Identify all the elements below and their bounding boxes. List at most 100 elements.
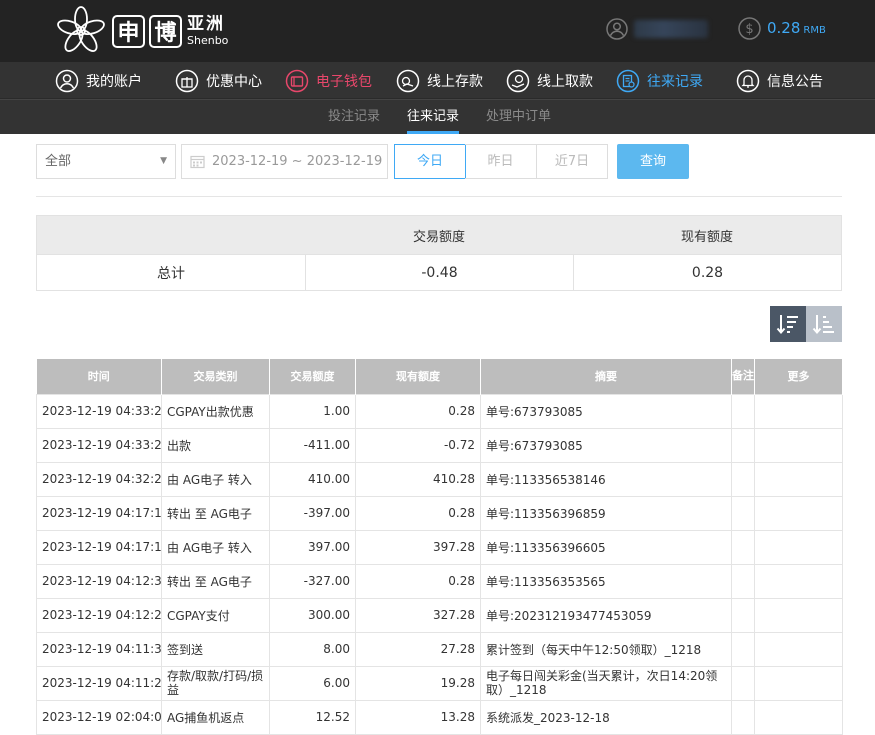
summary-header-cell: 现有额度 xyxy=(680,229,733,245)
nav-announcements[interactable]: 信息公告 xyxy=(736,62,823,99)
records-header-row: 时间 交易类别 交易额度 现有额度 摘要 备注 更多 xyxy=(36,359,843,394)
nav-transaction-records[interactable]: 往来记录 xyxy=(616,62,703,99)
cell-time: 2023-12-19 04:11:33 xyxy=(36,631,162,667)
cell-time: 2023-12-19 04:12:23 xyxy=(36,597,162,633)
logo-char-1: 申 xyxy=(112,14,145,48)
summary-header-cell: 交易额度 xyxy=(412,229,465,245)
summary-total-amount: -0.48 xyxy=(305,255,573,291)
cell-time: 2023-12-19 04:33:21 xyxy=(36,427,162,463)
deposit-icon xyxy=(396,69,420,92)
cell-more xyxy=(754,495,843,531)
tab-transaction-records[interactable]: 往来记录 xyxy=(407,100,460,134)
cell-summary: 累计签到（每天中午12:50领取）_1218 xyxy=(480,631,732,667)
cell-balance: 327.28 xyxy=(355,597,481,633)
col-header-time: 时间 xyxy=(36,359,162,394)
nav-label: 电子钱包 xyxy=(316,73,372,90)
table-row: 2023-12-19 04:12:35 转出 至 AG电子 -327.00 0.28 单… xyxy=(36,563,843,599)
nav-label: 优惠中心 xyxy=(206,73,262,90)
col-header-amount: 交易额度 xyxy=(269,359,356,394)
chevron-down-icon: ▼ xyxy=(160,156,167,166)
col-header-type: 交易类别 xyxy=(161,359,270,394)
query-button[interactable]: 查询 xyxy=(617,144,689,179)
cell-amount: 397.00 xyxy=(269,529,356,565)
records-body: 2023-12-19 04:33:21 CGPAY出款优惠 1.00 0.28 单号:6… xyxy=(36,393,843,735)
nav-online-deposit[interactable]: 线上存款 xyxy=(396,62,483,99)
cell-more xyxy=(754,393,843,429)
summary-table: 交易额度 现有额度 总计 -0.48 0.28 xyxy=(36,215,842,291)
svg-text:$: $ xyxy=(745,22,753,37)
cell-more xyxy=(754,461,843,497)
table-row: 2023-12-19 02:04:09 AG捕鱼机返点 12.52 13.28 系统派发… xyxy=(36,699,843,735)
cell-more xyxy=(754,631,843,667)
tab-pending-orders[interactable]: 处理中订单 xyxy=(486,100,551,134)
nav-label: 我的账户 xyxy=(86,73,142,90)
brand-logo[interactable]: 申 博 亚洲 Shenbo xyxy=(54,4,228,58)
quick-7days-button[interactable]: 近7日 xyxy=(536,144,608,179)
nav-online-withdraw[interactable]: 线上取款 xyxy=(506,62,593,99)
sort-descending-button[interactable] xyxy=(770,306,806,342)
calendar-icon xyxy=(190,155,205,169)
nav-label: 线上取款 xyxy=(537,73,593,90)
type-select-value: 全部 xyxy=(45,154,72,169)
cell-time: 2023-12-19 04:17:18 xyxy=(36,495,162,531)
cell-balance: 410.28 xyxy=(355,461,481,497)
balance-amount: 0.28 xyxy=(767,19,801,37)
cell-type: 转出 至 AG电子 xyxy=(161,563,270,599)
type-select[interactable]: 全部 ▼ xyxy=(36,144,176,179)
cell-type: AG捕鱼机返点 xyxy=(161,699,270,735)
cell-type: 存款/取款/打码/损益 xyxy=(161,665,270,701)
cell-more xyxy=(754,699,843,735)
cell-type: CGPAY支付 xyxy=(161,597,270,633)
logo-text: 亚洲 Shenbo xyxy=(187,16,228,47)
top-bar: 申 博 亚洲 Shenbo $ 0.28 RMB xyxy=(0,0,875,62)
dollar-coin-icon: $ xyxy=(738,17,761,40)
col-header-remark: 备注 xyxy=(731,359,755,394)
user-icon[interactable] xyxy=(606,18,628,40)
wallet-icon xyxy=(285,69,309,92)
cell-time: 2023-12-19 04:11:21 xyxy=(36,665,162,701)
cell-balance: 0.28 xyxy=(355,563,481,599)
cell-amount: 6.00 xyxy=(269,665,356,701)
main-nav: 我的账户 优惠中心 电子钱包 线上存款 线上取款 往来记录 信息公告 xyxy=(0,62,875,99)
cell-type: 出款 xyxy=(161,427,270,463)
nav-e-wallet[interactable]: 电子钱包 xyxy=(285,62,372,99)
logo-char-2: 博 xyxy=(149,14,182,48)
quick-yesterday-button[interactable]: 昨日 xyxy=(465,144,537,179)
date-range-value: 2023-12-19 ~ 2023-12-19 xyxy=(212,154,383,169)
summary-total-row: 总计 -0.48 0.28 xyxy=(37,254,841,291)
cell-time: 2023-12-19 04:17:16 xyxy=(36,529,162,565)
cell-type: 由 AG电子 转入 xyxy=(161,529,270,565)
cell-time: 2023-12-19 04:32:29 xyxy=(36,461,162,497)
quick-today-button[interactable]: 今日 xyxy=(394,144,466,179)
cell-balance: -0.72 xyxy=(355,427,481,463)
sort-buttons xyxy=(770,306,842,342)
cell-more xyxy=(754,427,843,463)
summary-header-cell xyxy=(37,216,305,254)
cell-remark xyxy=(731,529,755,565)
cell-more xyxy=(754,665,843,701)
cell-more xyxy=(754,563,843,599)
date-range-input[interactable]: 2023-12-19 ~ 2023-12-19 xyxy=(181,144,388,179)
divider xyxy=(36,196,842,197)
cell-amount: 300.00 xyxy=(269,597,356,633)
nav-my-account[interactable]: 我的账户 xyxy=(55,62,142,99)
cell-more xyxy=(754,529,843,565)
cell-remark xyxy=(731,461,755,497)
cell-time: 2023-12-19 02:04:09 xyxy=(36,699,162,735)
cell-balance: 0.28 xyxy=(355,495,481,531)
table-row: 2023-12-19 04:17:18 转出 至 AG电子 -397.00 0.28 单… xyxy=(36,495,843,531)
cell-amount: 1.00 xyxy=(269,393,356,429)
cell-amount: -411.00 xyxy=(269,427,356,463)
nav-promotions[interactable]: 优惠中心 xyxy=(175,62,262,99)
table-row: 2023-12-19 04:32:29 由 AG电子 转入 410.00 410.28… xyxy=(36,461,843,497)
cell-summary: 电子每日闯关彩金(当天累计，次日14:20领取）_1218 xyxy=(480,665,732,701)
cell-summary: 单号:113356396605 xyxy=(480,529,732,565)
sort-ascending-button[interactable] xyxy=(806,306,842,342)
cell-amount: -327.00 xyxy=(269,563,356,599)
balance-display: 0.28 RMB xyxy=(767,19,826,37)
tab-bet-records[interactable]: 投注记录 xyxy=(328,100,380,134)
cell-summary: 单号:113356538146 xyxy=(480,461,732,497)
cell-balance: 13.28 xyxy=(355,699,481,735)
sub-nav: 投注记录 往来记录 处理中订单 xyxy=(0,99,875,134)
cell-balance: 19.28 xyxy=(355,665,481,701)
